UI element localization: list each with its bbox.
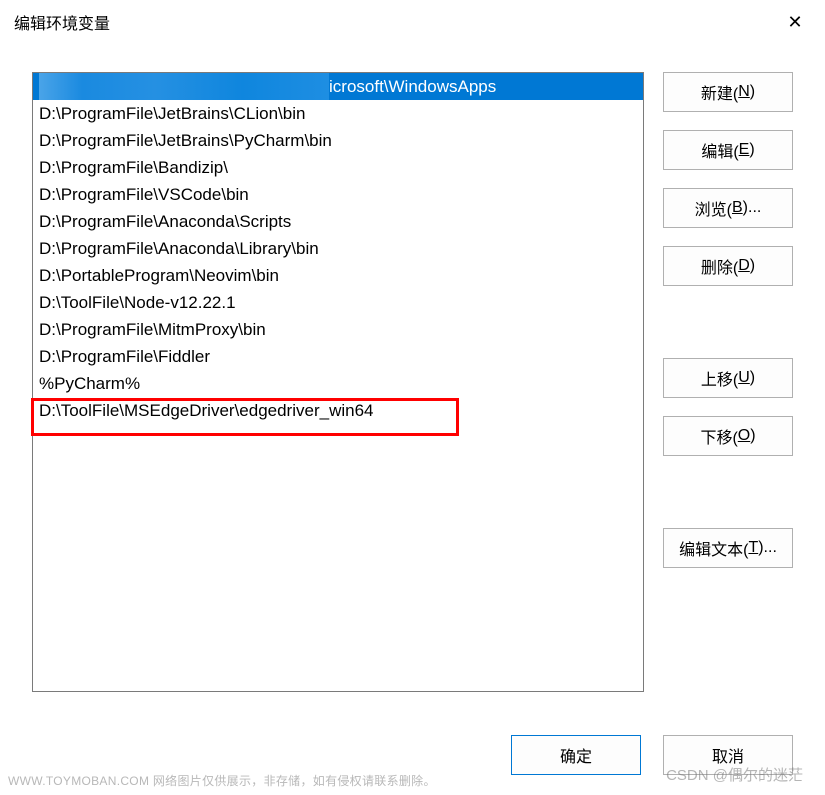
list-item[interactable]: D:\ToolFile\Node-v12.22.1 xyxy=(33,289,643,316)
button-column: 新建(N) 编辑(E) 浏览(B)... 删除(D) 上移(U) 下移(O) 编… xyxy=(663,72,793,568)
close-icon[interactable]: ✕ xyxy=(783,10,807,34)
list-item[interactable]: D:\ProgramFile\Bandizip\ xyxy=(33,154,643,181)
list-item[interactable]: D:\PortableProgram\Neovim\bin xyxy=(33,262,643,289)
list-item-label: icrosoft\WindowsApps xyxy=(329,77,496,96)
path-list[interactable]: icrosoft\WindowsApps D:\ProgramFile\JetBr… xyxy=(32,72,644,692)
delete-button[interactable]: 删除(D) xyxy=(663,246,793,286)
edittext-button[interactable]: 编辑文本(T)... xyxy=(663,528,793,568)
edit-button[interactable]: 编辑(E) xyxy=(663,130,793,170)
titlebar: 编辑环境变量 ✕ xyxy=(0,0,825,44)
ok-button[interactable]: 确定 xyxy=(511,735,641,775)
list-item[interactable]: icrosoft\WindowsApps xyxy=(33,73,643,100)
list-item[interactable]: D:\ProgramFile\JetBrains\PyCharm\bin xyxy=(33,127,643,154)
watermark-left: WWW.TOYMOBAN.COM 网络图片仅供展示，非存储，如有侵权请联系删除。 xyxy=(8,772,436,789)
new-button[interactable]: 新建(N) xyxy=(663,72,793,112)
list-item[interactable]: D:\ProgramFile\Anaconda\Scripts xyxy=(33,208,643,235)
movedown-button[interactable]: 下移(O) xyxy=(663,416,793,456)
list-item[interactable]: D:\ToolFile\MSEdgeDriver\edgedriver_win6… xyxy=(33,397,643,424)
list-item[interactable]: D:\ProgramFile\MitmProxy\bin xyxy=(33,316,643,343)
watermark-right: CSDN @偶尔的迷茫 xyxy=(666,764,803,785)
list-item[interactable]: D:\ProgramFile\VSCode\bin xyxy=(33,181,643,208)
list-item[interactable]: D:\ProgramFile\Anaconda\Library\bin xyxy=(33,235,643,262)
moveup-button[interactable]: 上移(U) xyxy=(663,358,793,398)
list-item[interactable]: D:\ProgramFile\JetBrains\CLion\bin xyxy=(33,100,643,127)
redacted-region xyxy=(39,73,329,100)
env-var-dialog: 编辑环境变量 ✕ icrosoft\WindowsApps D:\ProgramF… xyxy=(0,0,825,795)
dialog-title: 编辑环境变量 xyxy=(14,10,110,34)
content-area: icrosoft\WindowsApps D:\ProgramFile\JetBr… xyxy=(32,72,793,723)
list-item[interactable]: %PyCharm% xyxy=(33,370,643,397)
browse-button[interactable]: 浏览(B)... xyxy=(663,188,793,228)
list-item[interactable]: D:\ProgramFile\Fiddler xyxy=(33,343,643,370)
